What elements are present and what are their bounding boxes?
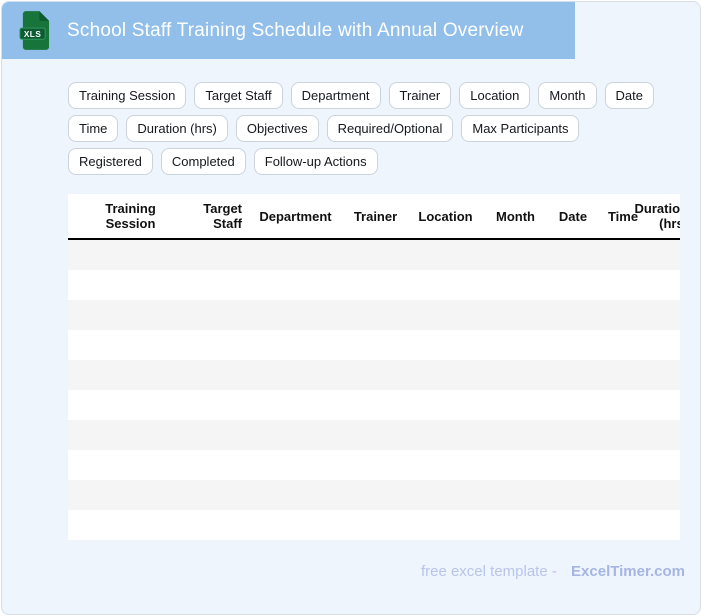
field-chip-month[interactable]: Month (538, 82, 597, 109)
field-chip-follow-up-actions[interactable]: Follow-up Actions (253, 148, 378, 175)
table-row (68, 420, 680, 450)
file-type-label: XLS (24, 30, 41, 39)
footer-tagline: free excel template - (420, 563, 557, 580)
table-row (68, 390, 680, 420)
field-chip-training-session[interactable]: Training Session (68, 82, 187, 109)
field-chip-required-optional[interactable]: Required/Optional (326, 115, 454, 142)
field-chip-department[interactable]: Department (290, 82, 381, 109)
table-row (68, 240, 680, 270)
field-chip-objectives[interactable]: Objectives (235, 115, 319, 142)
xls-file-icon: XLS (19, 11, 50, 50)
column-header-trainer: Trainer (353, 208, 398, 224)
file-fold-corner (39, 11, 50, 21)
table-row (68, 330, 680, 360)
column-header-target-staff: Target Staff (203, 201, 242, 231)
table-body (68, 240, 680, 540)
column-header-duration-hrs: Duration (hrs) (634, 201, 680, 231)
field-chip-list: Training Session Target Staff Department… (68, 82, 688, 175)
field-chip-duration-hrs[interactable]: Duration (hrs) (126, 115, 228, 142)
field-chip-max-participants[interactable]: Max Participants (461, 115, 580, 142)
column-header-training-session: Training Session (105, 201, 156, 231)
table-row (68, 270, 680, 300)
field-chip-registered[interactable]: Registered (68, 148, 153, 175)
chip-row-1: Training Session Target Staff Department… (68, 82, 688, 109)
table-row (68, 510, 680, 540)
template-preview-card: XLS School Staff Training Schedule with … (1, 1, 701, 615)
field-chip-trainer[interactable]: Trainer (388, 82, 452, 109)
footer: free excel template - ExcelTimer.com (421, 563, 685, 580)
field-chip-time[interactable]: Time (68, 115, 119, 142)
field-chip-completed[interactable]: Completed (160, 148, 246, 175)
column-header-date: Date (558, 208, 588, 224)
field-chip-date[interactable]: Date (604, 82, 654, 109)
column-header-location: Location (418, 208, 473, 224)
field-chip-target-staff[interactable]: Target Staff (194, 82, 283, 109)
table-row (68, 450, 680, 480)
schedule-table: Training Session Target Staff Department… (68, 194, 680, 542)
column-header-department: Department (259, 208, 332, 224)
page-title: School Staff Training Schedule with Annu… (67, 19, 524, 41)
chip-row-3: Registered Completed Follow-up Actions (68, 148, 688, 175)
column-header-month: Month (496, 208, 535, 224)
chip-row-2: Time Duration (hrs) Objectives Required/… (68, 115, 688, 142)
table-row (68, 300, 680, 330)
table-row (68, 480, 680, 510)
table-header-row: Training Session Target Staff Department… (68, 194, 680, 240)
field-chip-location[interactable]: Location (459, 82, 531, 109)
table-row (68, 360, 680, 390)
header-bar: XLS School Staff Training Schedule with … (2, 2, 575, 59)
brand-link[interactable]: ExcelTimer.com (571, 563, 685, 580)
